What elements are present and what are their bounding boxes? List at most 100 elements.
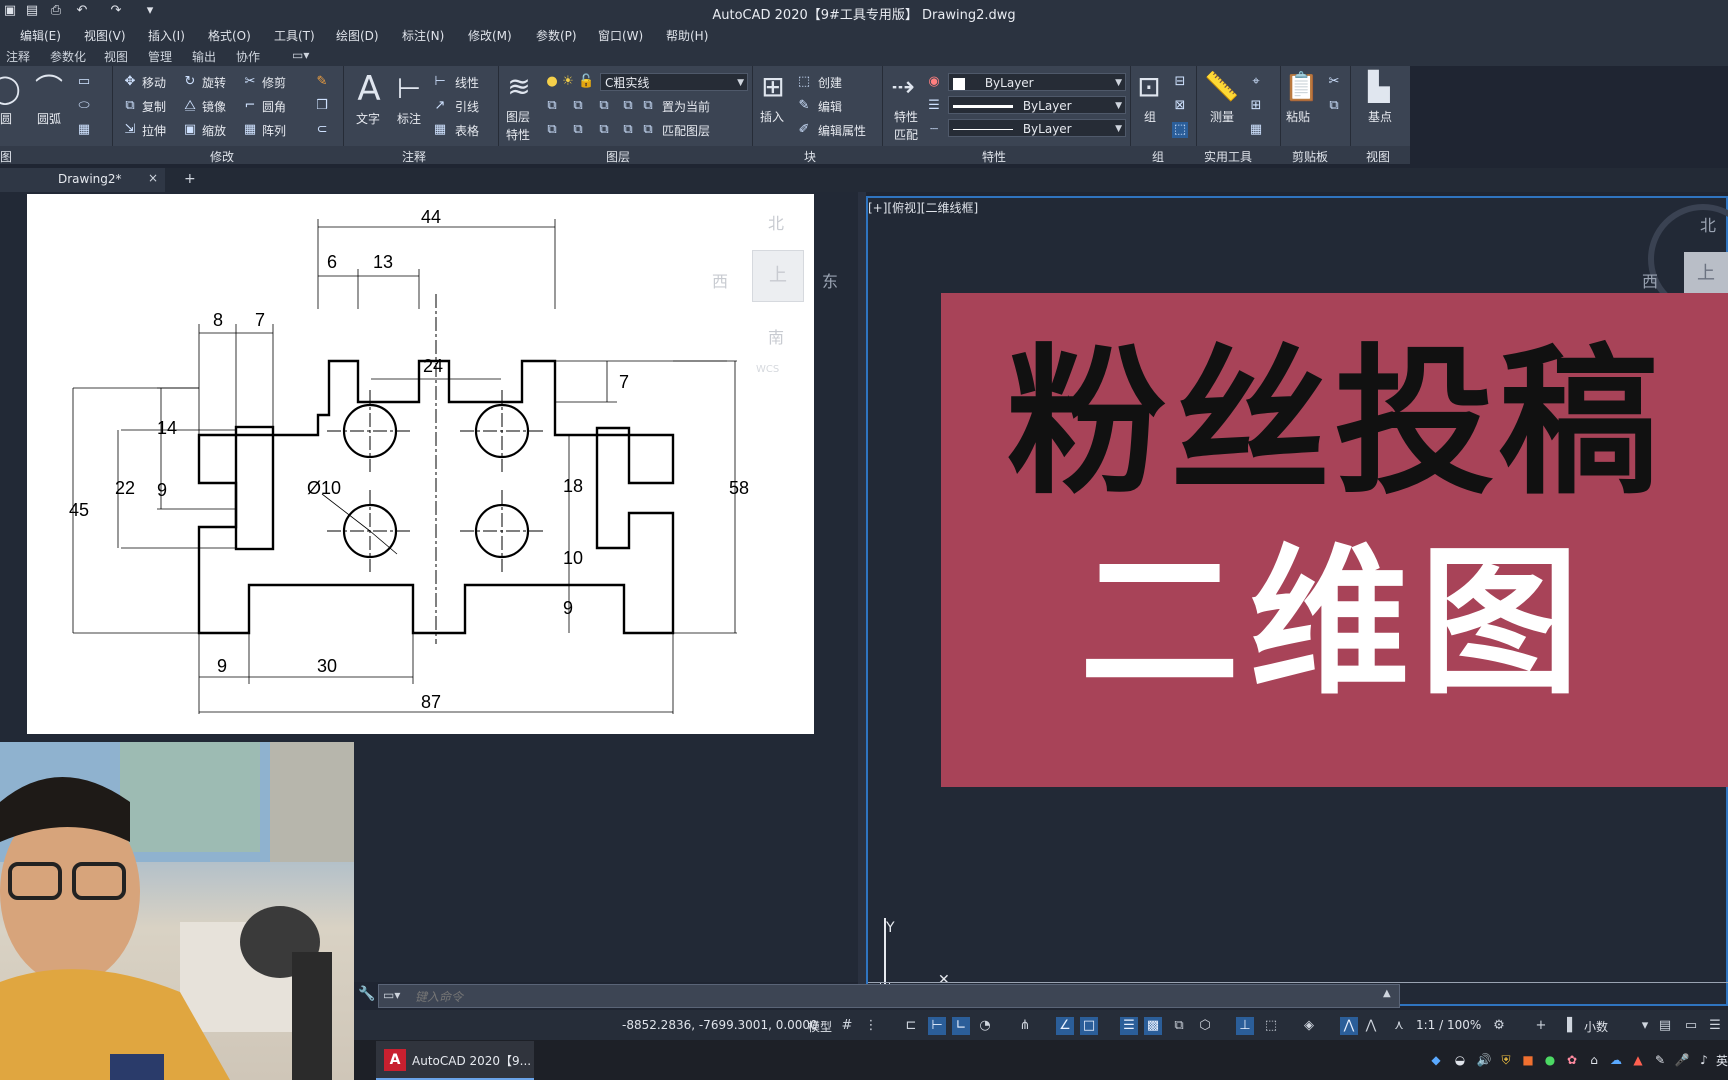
ortho-icon[interactable]: ∟ <box>952 1017 970 1035</box>
match-properties-label-1[interactable]: 特性 <box>894 108 918 125</box>
arc-icon[interactable]: ⌒ <box>32 72 66 106</box>
array-button[interactable]: 阵列 <box>262 122 286 139</box>
tray-mic-icon[interactable]: 🎤 <box>1674 1052 1690 1068</box>
gizmo-icon[interactable]: ◈ <box>1300 1017 1318 1035</box>
lineweight-toggle-icon[interactable]: ☰ <box>1120 1017 1138 1035</box>
leader-button[interactable]: 引线 <box>455 98 479 115</box>
layer-select[interactable]: C粗实线 ▼ <box>600 73 748 91</box>
customize-icon[interactable]: ▾ <box>142 3 158 19</box>
tab-view[interactable]: 视图 <box>104 48 128 65</box>
base-point-icon[interactable]: ▙ <box>1362 70 1396 104</box>
dynamic-ucs-icon[interactable]: ⊥ <box>1236 1017 1254 1035</box>
coordinates-readout[interactable]: -8852.2836, -7699.3001, 0.0000 <box>622 1018 818 1032</box>
fillet-button[interactable]: 圆角 <box>262 98 286 115</box>
tab-collaborate[interactable]: 协作 <box>236 48 260 65</box>
dimension-button[interactable]: 标注 <box>397 110 421 127</box>
ellipse-icon[interactable]: ⬭ <box>76 98 92 114</box>
tab-annotate[interactable]: 注释 <box>6 48 30 65</box>
object-snap-tracking-icon[interactable]: ∠ <box>1056 1017 1074 1035</box>
selection-filter-icon[interactable]: ⬚ <box>1262 1017 1280 1035</box>
menu-format[interactable]: 格式(O) <box>208 27 251 44</box>
tray-shoe-icon[interactable]: ⌂ <box>1586 1052 1602 1068</box>
menu-draw[interactable]: 绘图(D) <box>336 27 379 44</box>
group-button[interactable]: 组 <box>1144 108 1156 125</box>
units-icon[interactable]: ▐ <box>1558 1017 1576 1035</box>
scale-button[interactable]: 缩放 <box>202 122 226 139</box>
circle-icon[interactable]: ◯ <box>0 72 22 106</box>
layer-tool-8-icon[interactable]: ⧉ <box>620 122 636 138</box>
explode-icon[interactable]: ❒ <box>314 98 330 114</box>
customization-icon[interactable]: ☰ <box>1706 1017 1724 1035</box>
grid-icon[interactable]: # <box>838 1017 856 1035</box>
calculator-icon[interactable]: ▦ <box>1248 122 1264 138</box>
3d-osnap-icon[interactable]: ⬡ <box>1196 1017 1214 1035</box>
select-all-icon[interactable]: ⊞ <box>1248 98 1264 114</box>
move-button[interactable]: 移动 <box>142 74 166 91</box>
tray-volume-icon[interactable]: 🔊 <box>1476 1052 1492 1068</box>
command-prompt-icon[interactable]: ▭▾ <box>383 988 400 1002</box>
tray-pen-icon[interactable]: ✎ <box>1652 1052 1668 1068</box>
annotation-visibility-icon[interactable]: ⋀ <box>1340 1017 1358 1035</box>
object-snap-icon[interactable]: □ <box>1080 1017 1098 1035</box>
layer-properties-icon[interactable]: ≋ <box>502 70 536 104</box>
chevron-down-icon[interactable]: ▾ <box>1636 1017 1654 1035</box>
new-tab-icon[interactable]: + <box>184 171 196 187</box>
menu-tools[interactable]: 工具(T) <box>274 27 315 44</box>
tray-app-icon[interactable]: ◆ <box>1428 1052 1444 1068</box>
group-edit-icon[interactable]: ⊠ <box>1172 98 1188 114</box>
linear-button[interactable]: 线性 <box>455 74 479 91</box>
viewcube-north-right[interactable]: 北 <box>1700 212 1716 236</box>
layer-properties-label-1[interactable]: 图层 <box>506 108 530 125</box>
offset-icon[interactable]: ⊂ <box>314 122 330 138</box>
viewcube-north[interactable]: 北 <box>768 210 784 234</box>
selection-cycling-icon[interactable]: ⧉ <box>1170 1017 1188 1035</box>
viewcube-south[interactable]: 南 <box>768 324 784 348</box>
tab-parametric[interactable]: 参数化 <box>50 48 86 65</box>
layer-tool-2-icon[interactable]: ⧉ <box>570 98 586 114</box>
rectangle-icon[interactable]: ▭ <box>76 74 92 90</box>
copy-button[interactable]: 复制 <box>142 98 166 115</box>
group-icon[interactable]: ⊡ <box>1132 70 1166 104</box>
stretch-button[interactable]: 拉伸 <box>142 122 166 139</box>
command-line[interactable]: ▭▾ ▲ <box>378 984 1400 1008</box>
workspace-gear-icon[interactable]: ⚙ <box>1490 1017 1508 1035</box>
text-icon[interactable]: A <box>352 72 386 106</box>
group-select-icon[interactable]: ⬚ <box>1172 122 1188 138</box>
viewport-label[interactable]: [+][俯视][二维线框] <box>868 199 978 216</box>
units-value[interactable]: 小数 <box>1584 1018 1608 1035</box>
paste-icon[interactable]: 📋 <box>1284 70 1319 104</box>
tray-speaker-icon[interactable]: ♪ <box>1696 1052 1712 1068</box>
transparency-icon[interactable]: ▩ <box>1144 1017 1162 1035</box>
close-icon[interactable]: × <box>148 171 158 185</box>
wrench-icon[interactable]: 🔧 <box>358 986 375 1002</box>
linetype-select[interactable]: ByLayer ▼ <box>948 119 1126 137</box>
viewcube-west[interactable]: 西 <box>712 268 728 292</box>
layer-tool-6-icon[interactable]: ⧉ <box>570 122 586 138</box>
dimension-icon[interactable]: ⊢ <box>392 72 426 106</box>
insert-block-icon[interactable]: ⊞ <box>756 70 790 104</box>
trim-button[interactable]: 修剪 <box>262 74 286 91</box>
hatch-icon[interactable]: ▦ <box>76 122 92 138</box>
layer-tool-4-icon[interactable]: ⧉ <box>620 98 636 114</box>
document-tab[interactable]: Drawing2* × <box>0 168 165 192</box>
color-select[interactable]: ByLayer ▼ <box>948 73 1126 91</box>
match-properties-icon[interactable]: ⇢ <box>886 70 920 104</box>
menu-parametric[interactable]: 参数(P) <box>536 27 577 44</box>
menu-help[interactable]: 帮助(H) <box>666 27 708 44</box>
tray-cloud-icon[interactable]: ☁ <box>1608 1052 1624 1068</box>
print-icon[interactable]: ⎙ <box>48 3 64 19</box>
tab-output[interactable]: 输出 <box>192 48 216 65</box>
tray-update-icon[interactable]: ■ <box>1520 1052 1536 1068</box>
layer-tool-1-icon[interactable]: ⧉ <box>544 98 560 114</box>
create-block-button[interactable]: 创建 <box>818 74 842 91</box>
save-icon[interactable]: ▣ <box>2 3 18 19</box>
edit-attributes-button[interactable]: 编辑属性 <box>818 122 866 139</box>
redo-icon[interactable]: ↷ <box>108 3 124 19</box>
clean-screen-icon[interactable]: ▭ <box>1682 1017 1700 1035</box>
viewcube-east[interactable]: 东 <box>822 268 838 292</box>
erase-icon[interactable]: ✎ <box>314 74 330 90</box>
make-current-button[interactable]: 置为当前 <box>662 98 710 115</box>
cut-icon[interactable]: ✂ <box>1326 74 1342 90</box>
edit-block-button[interactable]: 编辑 <box>818 98 842 115</box>
copy-clip-icon[interactable]: ⧉ <box>1326 98 1342 114</box>
